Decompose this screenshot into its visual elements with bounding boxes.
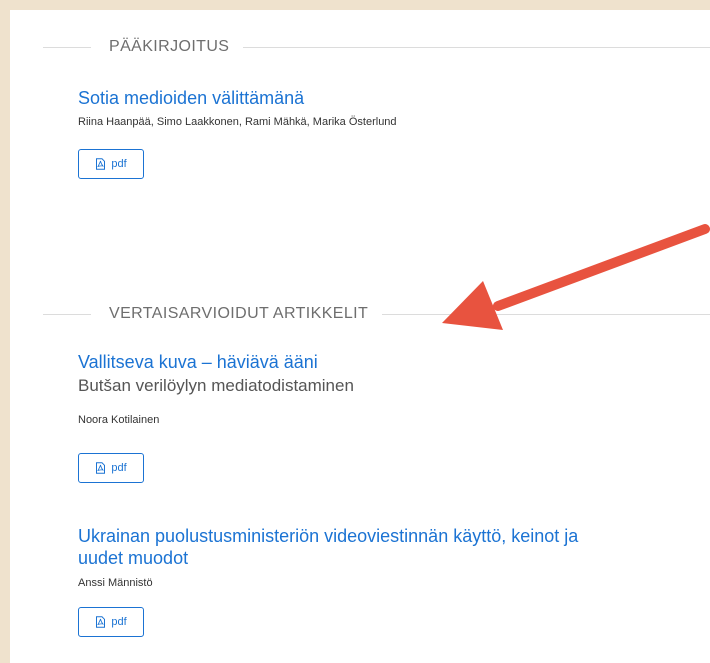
pdf-galley-button[interactable]: pdf	[78, 149, 144, 179]
article-title-link[interactable]: Sotia medioiden välittämänä	[78, 87, 678, 109]
article-title-line: Ukrainan puolustusministeriön videoviest…	[78, 526, 579, 546]
pdf-button-label: pdf	[111, 158, 127, 170]
article-title-link[interactable]: Ukrainan puolustusministeriön videoviest…	[78, 525, 678, 569]
section-heading-label: VERTAISARVIOIDUT ARTIKKELIT	[109, 305, 369, 322]
pdf-button-label: pdf	[111, 616, 127, 628]
pdf-galley-button[interactable]: pdf	[78, 607, 144, 637]
article-item: Vallitseva kuva – häviävä ääni Butšan ve…	[78, 351, 678, 427]
pdf-file-icon	[96, 462, 106, 474]
article-subtitle: Butšan verilöylyn mediatodistaminen	[78, 376, 354, 395]
section-heading-label: PÄÄKIRJOITUS	[109, 38, 230, 55]
heading-rule-right	[382, 313, 710, 315]
heading-rule-left	[43, 313, 91, 315]
section-heading-editorial: PÄÄKIRJOITUS	[43, 38, 710, 56]
pdf-file-icon	[96, 158, 106, 170]
article-title-line: uudet muodot	[78, 548, 189, 568]
article-authors: Noora Kotilainen	[78, 414, 160, 426]
article-item: Ukrainan puolustusministeriön videoviest…	[78, 525, 678, 590]
arrow-shaft	[493, 224, 710, 311]
pdf-galley-button[interactable]: pdf	[78, 453, 144, 483]
article-authors: Anssi Männistö	[78, 577, 153, 589]
article-item: Sotia medioiden välittämänä Riina Haanpä…	[78, 87, 678, 129]
article-title-link[interactable]: Vallitseva kuva – häviävä ääni	[78, 351, 678, 373]
pdf-button-label: pdf	[111, 462, 127, 474]
pdf-file-icon	[96, 616, 106, 628]
heading-rule-left	[43, 46, 91, 48]
section-heading-peer-reviewed: VERTAISARVIOIDUT ARTIKKELIT	[43, 305, 710, 323]
heading-rule-right	[243, 46, 710, 48]
issue-toc: PÄÄKIRJOITUS Sotia medioiden välittämänä…	[10, 10, 710, 663]
article-authors: Riina Haanpää, Simo Laakkonen, Rami Mähk…	[78, 116, 397, 128]
